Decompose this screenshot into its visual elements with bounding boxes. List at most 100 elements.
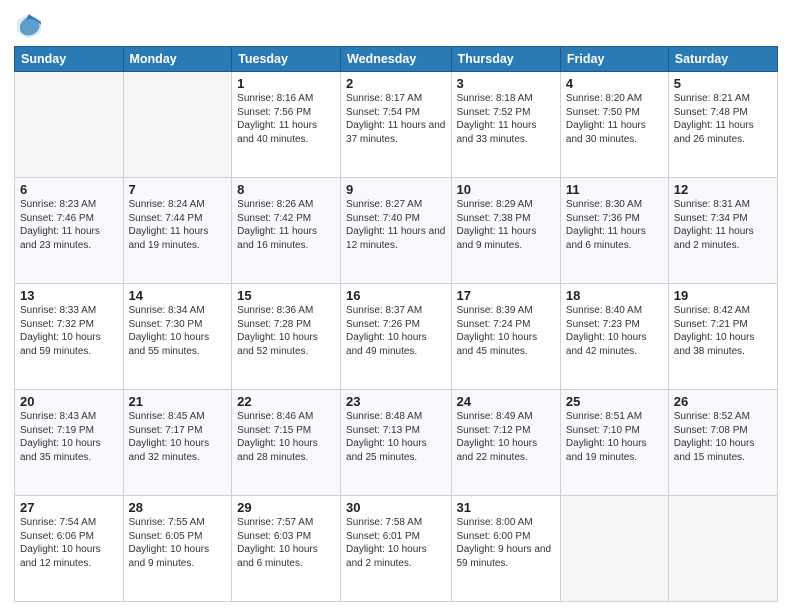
cell-info: Sunrise: 8:18 AM Sunset: 7:52 PM Dayligh… bbox=[457, 92, 555, 146]
day-number: 23 bbox=[346, 394, 445, 409]
day-number: 20 bbox=[20, 394, 118, 409]
calendar-cell: 13Sunrise: 8:33 AM Sunset: 7:32 PM Dayli… bbox=[15, 284, 124, 390]
day-number: 11 bbox=[566, 182, 663, 197]
calendar-week-row-2: 6Sunrise: 8:23 AM Sunset: 7:46 PM Daylig… bbox=[15, 178, 778, 284]
cell-info: Sunrise: 8:00 AM Sunset: 6:00 PM Dayligh… bbox=[457, 516, 555, 570]
cell-info: Sunrise: 8:16 AM Sunset: 7:56 PM Dayligh… bbox=[237, 92, 335, 146]
cell-info: Sunrise: 8:52 AM Sunset: 7:08 PM Dayligh… bbox=[674, 410, 772, 464]
calendar-cell: 28Sunrise: 7:55 AM Sunset: 6:05 PM Dayli… bbox=[123, 496, 232, 602]
day-number: 30 bbox=[346, 500, 445, 515]
header bbox=[14, 10, 778, 40]
calendar-week-row-5: 27Sunrise: 7:54 AM Sunset: 6:06 PM Dayli… bbox=[15, 496, 778, 602]
calendar-cell: 19Sunrise: 8:42 AM Sunset: 7:21 PM Dayli… bbox=[668, 284, 777, 390]
day-number: 19 bbox=[674, 288, 772, 303]
calendar-cell: 22Sunrise: 8:46 AM Sunset: 7:15 PM Dayli… bbox=[232, 390, 341, 496]
day-number: 4 bbox=[566, 76, 663, 91]
calendar-cell: 31Sunrise: 8:00 AM Sunset: 6:00 PM Dayli… bbox=[451, 496, 560, 602]
cell-info: Sunrise: 8:17 AM Sunset: 7:54 PM Dayligh… bbox=[346, 92, 445, 146]
day-number: 22 bbox=[237, 394, 335, 409]
day-number: 15 bbox=[237, 288, 335, 303]
day-number: 16 bbox=[346, 288, 445, 303]
calendar-cell: 15Sunrise: 8:36 AM Sunset: 7:28 PM Dayli… bbox=[232, 284, 341, 390]
calendar-cell: 3Sunrise: 8:18 AM Sunset: 7:52 PM Daylig… bbox=[451, 72, 560, 178]
day-number: 31 bbox=[457, 500, 555, 515]
day-number: 2 bbox=[346, 76, 445, 91]
cell-info: Sunrise: 8:42 AM Sunset: 7:21 PM Dayligh… bbox=[674, 304, 772, 358]
calendar-cell: 25Sunrise: 8:51 AM Sunset: 7:10 PM Dayli… bbox=[560, 390, 668, 496]
calendar-cell: 5Sunrise: 8:21 AM Sunset: 7:48 PM Daylig… bbox=[668, 72, 777, 178]
day-number: 10 bbox=[457, 182, 555, 197]
calendar-week-row-4: 20Sunrise: 8:43 AM Sunset: 7:19 PM Dayli… bbox=[15, 390, 778, 496]
calendar-cell: 30Sunrise: 7:58 AM Sunset: 6:01 PM Dayli… bbox=[341, 496, 451, 602]
cell-info: Sunrise: 8:46 AM Sunset: 7:15 PM Dayligh… bbox=[237, 410, 335, 464]
day-number: 24 bbox=[457, 394, 555, 409]
calendar-week-row-1: 1Sunrise: 8:16 AM Sunset: 7:56 PM Daylig… bbox=[15, 72, 778, 178]
day-number: 17 bbox=[457, 288, 555, 303]
day-number: 18 bbox=[566, 288, 663, 303]
logo bbox=[14, 10, 46, 40]
day-number: 21 bbox=[129, 394, 227, 409]
day-number: 12 bbox=[674, 182, 772, 197]
calendar-cell: 6Sunrise: 8:23 AM Sunset: 7:46 PM Daylig… bbox=[15, 178, 124, 284]
day-number: 26 bbox=[674, 394, 772, 409]
cell-info: Sunrise: 8:48 AM Sunset: 7:13 PM Dayligh… bbox=[346, 410, 445, 464]
calendar: SundayMondayTuesdayWednesdayThursdayFrid… bbox=[14, 46, 778, 602]
day-number: 6 bbox=[20, 182, 118, 197]
day-number: 27 bbox=[20, 500, 118, 515]
calendar-cell: 9Sunrise: 8:27 AM Sunset: 7:40 PM Daylig… bbox=[341, 178, 451, 284]
calendar-cell: 14Sunrise: 8:34 AM Sunset: 7:30 PM Dayli… bbox=[123, 284, 232, 390]
weekday-header-thursday: Thursday bbox=[451, 47, 560, 72]
day-number: 5 bbox=[674, 76, 772, 91]
day-number: 9 bbox=[346, 182, 445, 197]
calendar-cell bbox=[560, 496, 668, 602]
weekday-header-saturday: Saturday bbox=[668, 47, 777, 72]
calendar-cell: 21Sunrise: 8:45 AM Sunset: 7:17 PM Dayli… bbox=[123, 390, 232, 496]
cell-info: Sunrise: 8:49 AM Sunset: 7:12 PM Dayligh… bbox=[457, 410, 555, 464]
calendar-cell bbox=[123, 72, 232, 178]
calendar-cell: 23Sunrise: 8:48 AM Sunset: 7:13 PM Dayli… bbox=[341, 390, 451, 496]
day-number: 7 bbox=[129, 182, 227, 197]
calendar-cell: 20Sunrise: 8:43 AM Sunset: 7:19 PM Dayli… bbox=[15, 390, 124, 496]
day-number: 14 bbox=[129, 288, 227, 303]
day-number: 29 bbox=[237, 500, 335, 515]
calendar-cell: 4Sunrise: 8:20 AM Sunset: 7:50 PM Daylig… bbox=[560, 72, 668, 178]
cell-info: Sunrise: 8:33 AM Sunset: 7:32 PM Dayligh… bbox=[20, 304, 118, 358]
day-number: 13 bbox=[20, 288, 118, 303]
cell-info: Sunrise: 8:26 AM Sunset: 7:42 PM Dayligh… bbox=[237, 198, 335, 252]
calendar-cell: 7Sunrise: 8:24 AM Sunset: 7:44 PM Daylig… bbox=[123, 178, 232, 284]
calendar-cell: 1Sunrise: 8:16 AM Sunset: 7:56 PM Daylig… bbox=[232, 72, 341, 178]
calendar-cell: 18Sunrise: 8:40 AM Sunset: 7:23 PM Dayli… bbox=[560, 284, 668, 390]
calendar-cell: 26Sunrise: 8:52 AM Sunset: 7:08 PM Dayli… bbox=[668, 390, 777, 496]
cell-info: Sunrise: 7:57 AM Sunset: 6:03 PM Dayligh… bbox=[237, 516, 335, 570]
calendar-cell: 27Sunrise: 7:54 AM Sunset: 6:06 PM Dayli… bbox=[15, 496, 124, 602]
cell-info: Sunrise: 7:55 AM Sunset: 6:05 PM Dayligh… bbox=[129, 516, 227, 570]
calendar-cell: 16Sunrise: 8:37 AM Sunset: 7:26 PM Dayli… bbox=[341, 284, 451, 390]
weekday-header-tuesday: Tuesday bbox=[232, 47, 341, 72]
cell-info: Sunrise: 8:29 AM Sunset: 7:38 PM Dayligh… bbox=[457, 198, 555, 252]
calendar-cell: 29Sunrise: 7:57 AM Sunset: 6:03 PM Dayli… bbox=[232, 496, 341, 602]
calendar-cell: 10Sunrise: 8:29 AM Sunset: 7:38 PM Dayli… bbox=[451, 178, 560, 284]
weekday-header-monday: Monday bbox=[123, 47, 232, 72]
calendar-cell: 11Sunrise: 8:30 AM Sunset: 7:36 PM Dayli… bbox=[560, 178, 668, 284]
day-number: 28 bbox=[129, 500, 227, 515]
calendar-cell: 8Sunrise: 8:26 AM Sunset: 7:42 PM Daylig… bbox=[232, 178, 341, 284]
calendar-week-row-3: 13Sunrise: 8:33 AM Sunset: 7:32 PM Dayli… bbox=[15, 284, 778, 390]
day-number: 8 bbox=[237, 182, 335, 197]
calendar-cell: 12Sunrise: 8:31 AM Sunset: 7:34 PM Dayli… bbox=[668, 178, 777, 284]
calendar-cell: 2Sunrise: 8:17 AM Sunset: 7:54 PM Daylig… bbox=[341, 72, 451, 178]
cell-info: Sunrise: 8:23 AM Sunset: 7:46 PM Dayligh… bbox=[20, 198, 118, 252]
calendar-cell: 17Sunrise: 8:39 AM Sunset: 7:24 PM Dayli… bbox=[451, 284, 560, 390]
cell-info: Sunrise: 8:24 AM Sunset: 7:44 PM Dayligh… bbox=[129, 198, 227, 252]
cell-info: Sunrise: 7:54 AM Sunset: 6:06 PM Dayligh… bbox=[20, 516, 118, 570]
day-number: 25 bbox=[566, 394, 663, 409]
cell-info: Sunrise: 8:39 AM Sunset: 7:24 PM Dayligh… bbox=[457, 304, 555, 358]
weekday-header-friday: Friday bbox=[560, 47, 668, 72]
logo-icon bbox=[14, 10, 44, 40]
calendar-cell bbox=[668, 496, 777, 602]
day-number: 1 bbox=[237, 76, 335, 91]
page: SundayMondayTuesdayWednesdayThursdayFrid… bbox=[0, 0, 792, 612]
cell-info: Sunrise: 8:45 AM Sunset: 7:17 PM Dayligh… bbox=[129, 410, 227, 464]
cell-info: Sunrise: 8:36 AM Sunset: 7:28 PM Dayligh… bbox=[237, 304, 335, 358]
cell-info: Sunrise: 8:51 AM Sunset: 7:10 PM Dayligh… bbox=[566, 410, 663, 464]
cell-info: Sunrise: 8:30 AM Sunset: 7:36 PM Dayligh… bbox=[566, 198, 663, 252]
